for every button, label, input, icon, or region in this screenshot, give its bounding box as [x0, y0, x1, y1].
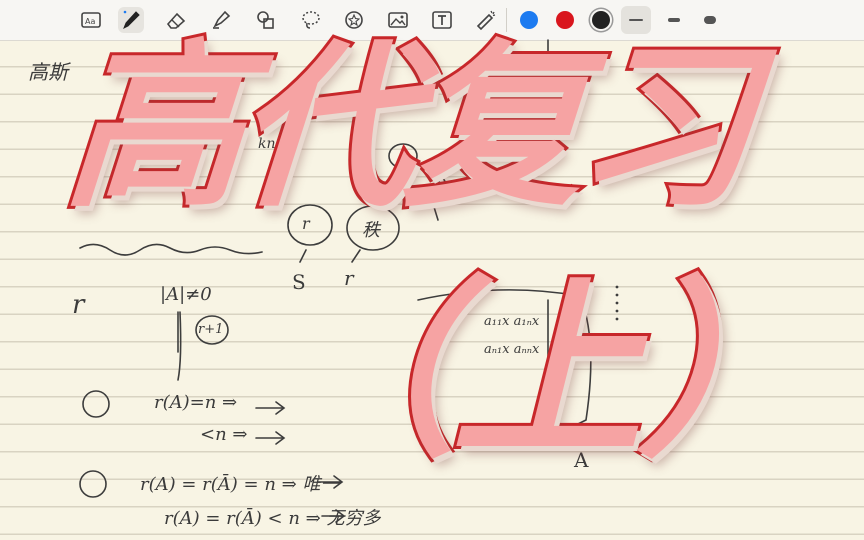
r-plus-one-note: r+1: [198, 322, 224, 337]
page-title: 高代复习: [56, 21, 756, 234]
rank-lt-n: <n ⇒: [200, 424, 248, 445]
determinant-note: |A|≠0: [160, 284, 212, 305]
rank-symbol: r: [72, 290, 85, 320]
infinite-solution-note: r(A) = r(Ā) < n ⇒ 无穷多: [164, 508, 381, 529]
page-subtitle: （上）: [265, 259, 829, 485]
rank-eq-n: r(A)=n ⇒: [154, 392, 238, 413]
heading-note: 高斯: [28, 60, 68, 84]
